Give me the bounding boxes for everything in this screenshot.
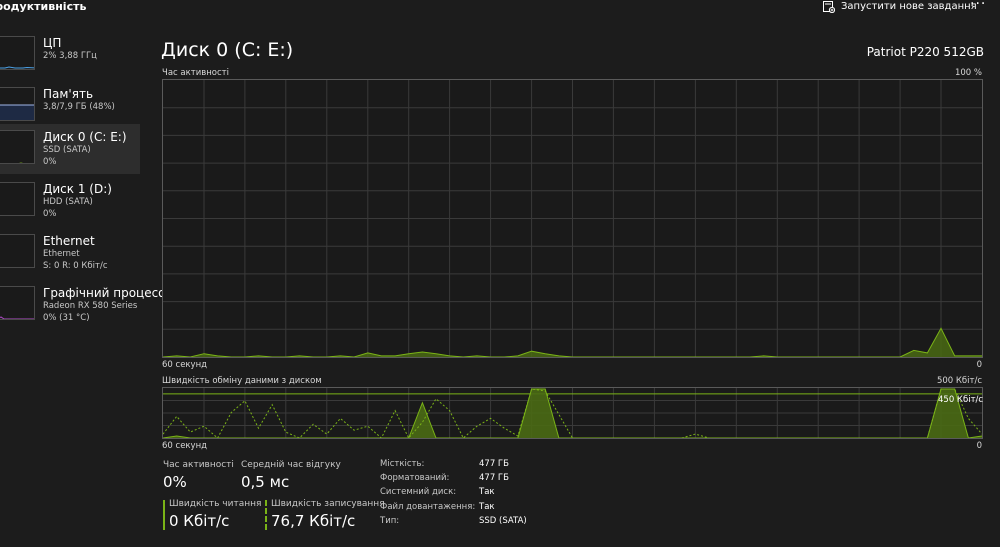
read-speed-indicator — [163, 500, 165, 530]
sidebar-item-detail: Ethernet — [43, 249, 80, 259]
write-speed-label: Швидкість записування — [271, 499, 385, 509]
transfer-graph-time-label: 60 секунд — [162, 441, 208, 451]
more-options-button[interactable]: ··· — [970, 0, 986, 12]
property-value: 477 ГБ — [479, 459, 509, 469]
sidebar-item-name: Диск 0 (C: E:) — [43, 130, 127, 144]
activity-graph — [162, 79, 983, 358]
run-new-task-button[interactable]: Запустити нове завдання — [822, 0, 977, 14]
response-time-label: Середній час відгуку — [241, 460, 341, 470]
active-time-label: Час активності — [163, 460, 234, 470]
app-title: Продуктивність — [0, 0, 87, 13]
write-speed-value: 76,7 Кбіт/с — [271, 512, 356, 530]
ethernet-thumbnail-graph — [0, 234, 35, 268]
property-key: Форматований: — [380, 473, 450, 484]
activity-graph-label: Час активності — [162, 68, 229, 78]
property-row: Тип: SSD (SATA) — [380, 516, 527, 530]
transfer-graph-svg — [163, 388, 982, 438]
sidebar-item-name: ЦП — [43, 36, 62, 50]
cpu-thumbnail-graph — [0, 36, 35, 70]
transfer-graph-line-label: 450 Кбіт/с — [938, 395, 984, 405]
sidebar-item-name: Ethernet — [43, 234, 95, 248]
response-time-value: 0,5 мс — [241, 473, 290, 491]
run-task-label: Запустити нове завдання — [841, 0, 977, 12]
sidebar-item-usage: 0% (31 °C) — [43, 313, 90, 323]
property-row: Файл довантаження: Так — [380, 502, 527, 516]
property-key: Місткість: — [380, 459, 425, 469]
gpu-thumbnail-graph — [0, 286, 35, 320]
disk1-thumbnail-graph — [0, 182, 35, 216]
property-row: Системний диск: Так — [380, 487, 527, 501]
sidebar-item-detail: HDD (SATA) — [43, 197, 93, 207]
property-row: Місткість: 477 ГБ — [380, 459, 527, 473]
sidebar-item-usage: S: 0 R: 0 Кбіт/с — [43, 261, 108, 271]
sidebar-item-usage: 0% — [43, 209, 57, 219]
write-speed-indicator — [265, 500, 267, 530]
property-value: Так — [479, 501, 495, 512]
activity-graph-max: 100 % — [954, 68, 982, 78]
property-row: Форматований: 477 ГБ — [380, 473, 527, 487]
sidebar-item-disk1[interactable]: Диск 1 (D:) HDD (SATA) 0% — [0, 176, 140, 226]
activity-graph-svg — [163, 80, 982, 357]
sidebar-item-detail: SSD (SATA) — [43, 145, 91, 155]
sidebar-item-ethernet[interactable]: Ethernet Ethernet S: 0 R: 0 Кбіт/с — [0, 228, 140, 278]
sidebar-item-cpu[interactable]: ЦП 2% 3,88 ГГц — [0, 30, 140, 80]
activity-graph-min: 0 — [976, 360, 982, 370]
transfer-graph — [162, 387, 983, 439]
sidebar-item-name: Диск 1 (D:) — [43, 182, 112, 196]
transfer-graph-max: 500 Кбіт/с — [936, 376, 982, 386]
page-title: Диск 0 (C: E:) — [161, 39, 294, 61]
property-value: SSD (SATA) — [479, 515, 527, 526]
sidebar-item-disk0[interactable]: Диск 0 (C: E:) SSD (SATA) 0% — [0, 124, 140, 174]
property-value: Так — [479, 487, 495, 498]
disk-properties: Місткість: 477 ГБ Форматований: 477 ГБ Сис… — [380, 459, 527, 530]
sidebar-item-usage: 0% — [43, 157, 57, 167]
device-model: Patriot P220 512GB — [866, 45, 984, 59]
sidebar-item-detail: 3,8/7,9 ГБ (48%) — [43, 102, 115, 112]
sidebar-item-gpu[interactable]: Графічний процесор 0 Radeon RX 580 Serie… — [0, 280, 185, 330]
active-time-value: 0% — [163, 473, 187, 491]
sidebar-item-detail: 2% 3,88 ГГц — [43, 51, 97, 61]
device-list: ЦП 2% 3,88 ГГц Пам'ять 3,8/7,9 ГБ (48%) … — [0, 30, 185, 547]
activity-graph-time-label: 60 секунд — [162, 360, 208, 370]
property-key: Тип: — [380, 515, 400, 526]
transfer-graph-label: Швидкість обміну даними з диском — [162, 376, 322, 386]
property-value: 477 ГБ — [479, 473, 509, 484]
sidebar-item-name: Пам'ять — [43, 87, 94, 101]
disk0-thumbnail-graph — [0, 130, 35, 164]
memory-thumbnail-graph — [0, 87, 35, 121]
run-task-icon — [823, 0, 835, 13]
read-speed-label: Швидкість читання — [169, 499, 262, 509]
sidebar-item-detail: Radeon RX 580 Series — [43, 301, 138, 311]
property-key: Системний диск: — [380, 487, 457, 498]
read-speed-value: 0 Кбіт/с — [169, 512, 230, 530]
property-key: Файл довантаження: — [380, 501, 476, 512]
title-bar: Продуктивність Запустити нове завдання ·… — [0, 0, 1000, 30]
transfer-graph-min: 0 — [976, 441, 982, 451]
